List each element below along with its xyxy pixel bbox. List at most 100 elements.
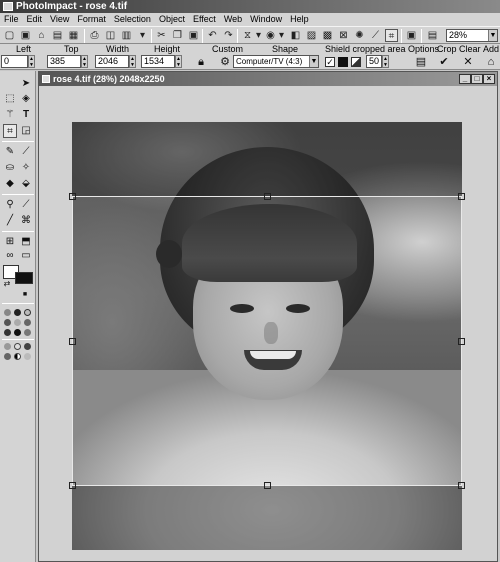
shape-tool-icon[interactable]: ▭ [19,249,33,263]
texture-icon[interactable] [4,343,11,350]
height-spinner[interactable]: ▲ ▼ [175,55,182,68]
menu-window[interactable]: Window [246,13,286,26]
crop-tool-active-icon[interactable]: ⌗ [385,29,398,42]
menu-help[interactable]: Help [286,13,313,26]
fill-tool-icon[interactable]: ⬙ [19,177,33,191]
width-input[interactable]: 2046 [95,55,129,68]
crop-handle-bottom-left[interactable] [69,482,76,489]
chevron-down-icon[interactable]: ▼ [488,30,497,41]
shield-mode-icon[interactable] [351,57,361,67]
shield-opacity-spinner[interactable]: ▲ ▼ [382,55,389,68]
crop-handle-bottom[interactable] [264,482,271,489]
slice-tool-icon[interactable]: ⊞ [3,235,17,249]
pick-tool-icon[interactable]: ➤ [19,77,33,91]
height-input[interactable]: 1534 [141,55,175,68]
menu-object[interactable]: Object [155,13,189,26]
options-icon[interactable]: ▤ [414,56,428,68]
link-tool-icon[interactable]: ∞ [3,249,17,263]
shield-color-swatch[interactable] [338,57,348,67]
export-icon[interactable]: ▾ [136,29,149,42]
lock-icon[interactable]: 🔒︎ [194,56,208,68]
top-spinner[interactable]: ▲ ▼ [81,55,88,68]
texture-icon[interactable] [24,353,31,360]
texture-icon[interactable] [14,353,21,360]
menu-edit[interactable]: Edit [23,13,47,26]
retouch-tool-icon[interactable]: ✧ [19,161,33,175]
chevron-down-icon[interactable]: ▼ [309,56,318,67]
shield-checkbox[interactable]: ✓ [325,57,335,67]
texture-icon[interactable] [14,343,21,350]
new-image-icon[interactable]: ▣ [19,29,32,42]
default-colors-icon[interactable]: ■ [18,288,32,302]
print-preview-icon[interactable]: ▥ [120,29,133,42]
text-tool-icon[interactable]: T [19,108,33,122]
brush-size-icon[interactable] [24,319,31,326]
brush-size-icon[interactable] [24,329,31,336]
canvas-area[interactable] [39,86,497,561]
crop-tool-icon[interactable]: ⌗ [3,124,17,138]
path-edit-icon[interactable]: ⌘ [19,214,33,228]
clear-icon[interactable]: ✕ [461,56,475,68]
frame-tool-icon[interactable]: ⬒ [19,235,33,249]
preview-icon[interactable]: ▣ [405,29,418,42]
top-input[interactable]: 385 [47,55,81,68]
mask-mode-icon[interactable] [24,309,31,316]
menu-format[interactable]: Format [73,13,110,26]
left-spinner[interactable]: ▲ ▼ [28,55,35,68]
width-spinner[interactable]: ▲ ▼ [129,55,136,68]
color-balance-icon[interactable]: ▨ [305,29,318,42]
auto-process-icon[interactable]: ✺ [353,29,366,42]
object-dropdown-icon[interactable]: ▾ [275,29,288,42]
shape-select[interactable]: Computer/TV (4:3) ▼ [233,55,319,68]
standard-selection-icon[interactable]: ⬚ [3,92,17,106]
magic-wand-icon[interactable]: ⚚ [3,108,17,122]
brush-size-icon[interactable] [4,319,11,326]
crop-handle-left[interactable] [69,338,76,345]
texture-icon[interactable] [24,343,31,350]
browse-icon[interactable]: ▦ [67,29,80,42]
redo-icon[interactable]: ↷ [222,29,235,42]
brush-size-icon[interactable] [4,329,11,336]
tone-map-icon[interactable]: ⟋ [369,29,382,42]
brush-size-icon[interactable] [14,319,21,326]
add-to-easypalette-icon[interactable]: ⌂ [484,56,498,68]
eraser-icon[interactable]: ◆ [3,177,17,191]
copy-icon[interactable]: ❐ [171,29,184,42]
shield-opacity-input[interactable]: 50 [366,55,382,68]
left-input[interactable]: 0 [1,55,28,68]
new-file-icon[interactable]: ▢ [3,29,16,42]
undo-icon[interactable]: ↶ [206,29,219,42]
maximize-button[interactable]: □ [471,74,483,84]
crop-handle-right[interactable] [458,338,465,345]
clone-stamp-icon[interactable]: ⛀ [3,161,17,175]
crop-confirm-icon[interactable]: ✔ [437,56,451,68]
custom-shape-icon[interactable]: ⚙ [218,56,232,68]
lasso-tool-icon[interactable]: ◈ [19,92,33,106]
zoom-select[interactable]: 28% ▼ [446,29,498,42]
background-color-swatch[interactable] [15,272,33,284]
texture-icon[interactable] [4,353,11,360]
menu-web[interactable]: Web [220,13,246,26]
transform-tool-icon[interactable]: ◲ [19,124,33,138]
properties-icon[interactable]: ▤ [426,29,439,42]
menu-effect[interactable]: Effect [189,13,220,26]
scan-icon[interactable]: ◫ [104,29,117,42]
mask-mode-icon[interactable] [14,309,21,316]
menu-selection[interactable]: Selection [110,13,155,26]
crop-handle-top[interactable] [264,193,271,200]
minimize-button[interactable]: _ [459,74,471,84]
color-picker-icon[interactable]: ⟋ [19,198,33,212]
crop-handle-bottom-right[interactable] [458,482,465,489]
cut-icon[interactable]: ✂ [155,29,168,42]
paint-tool-icon[interactable]: ⟋ [19,145,33,159]
crop-handle-top-left[interactable] [69,193,76,200]
open-file-icon[interactable]: ⌂ [35,29,48,42]
paint-brush-icon[interactable]: ✎ [3,145,17,159]
crop-handle-top-right[interactable] [458,193,465,200]
swap-colors-icon[interactable]: ⇄ [0,277,14,291]
menu-view[interactable]: View [46,13,73,26]
brush-size-icon[interactable] [14,329,21,336]
image-effect-icon[interactable]: ▩ [321,29,334,42]
save-icon[interactable]: ▤ [51,29,64,42]
print-icon[interactable]: ⎙ [88,29,101,42]
